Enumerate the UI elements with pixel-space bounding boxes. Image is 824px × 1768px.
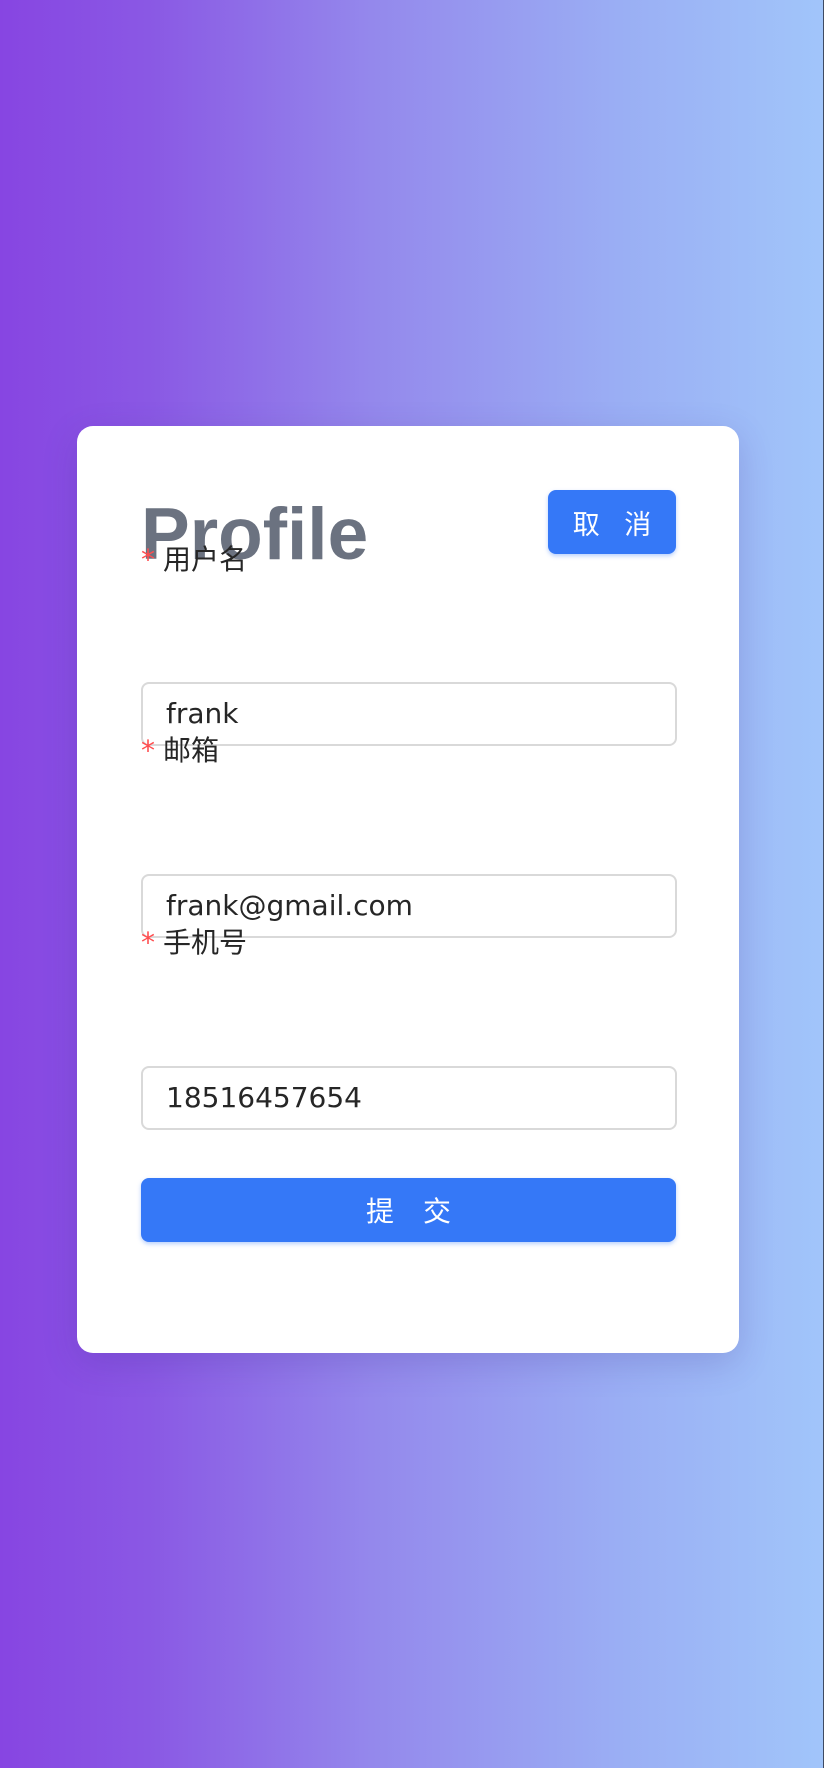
username-label: 用户名 [163, 543, 248, 576]
email-label-row: * 邮箱 [141, 731, 219, 771]
phone-label: 手机号 [163, 926, 248, 959]
phone-label-row: * 手机号 [141, 923, 247, 963]
cancel-button[interactable]: 取 消 [548, 490, 676, 554]
submit-button[interactable]: 提 交 [141, 1178, 676, 1242]
required-marker: * [141, 734, 155, 767]
required-marker: * [141, 926, 155, 959]
username-input[interactable]: frank [141, 682, 677, 746]
page-background: Profile 取 消 * 用户名 frank * 邮箱 frank@gmail… [0, 0, 824, 1768]
required-marker: * [141, 543, 155, 576]
phone-value: 18516457654 [166, 1081, 362, 1114]
phone-input[interactable]: 18516457654 [141, 1066, 677, 1130]
profile-card: Profile 取 消 * 用户名 frank * 邮箱 frank@gmail… [77, 426, 739, 1353]
email-label: 邮箱 [163, 734, 220, 767]
username-label-row: * 用户名 [141, 540, 247, 580]
